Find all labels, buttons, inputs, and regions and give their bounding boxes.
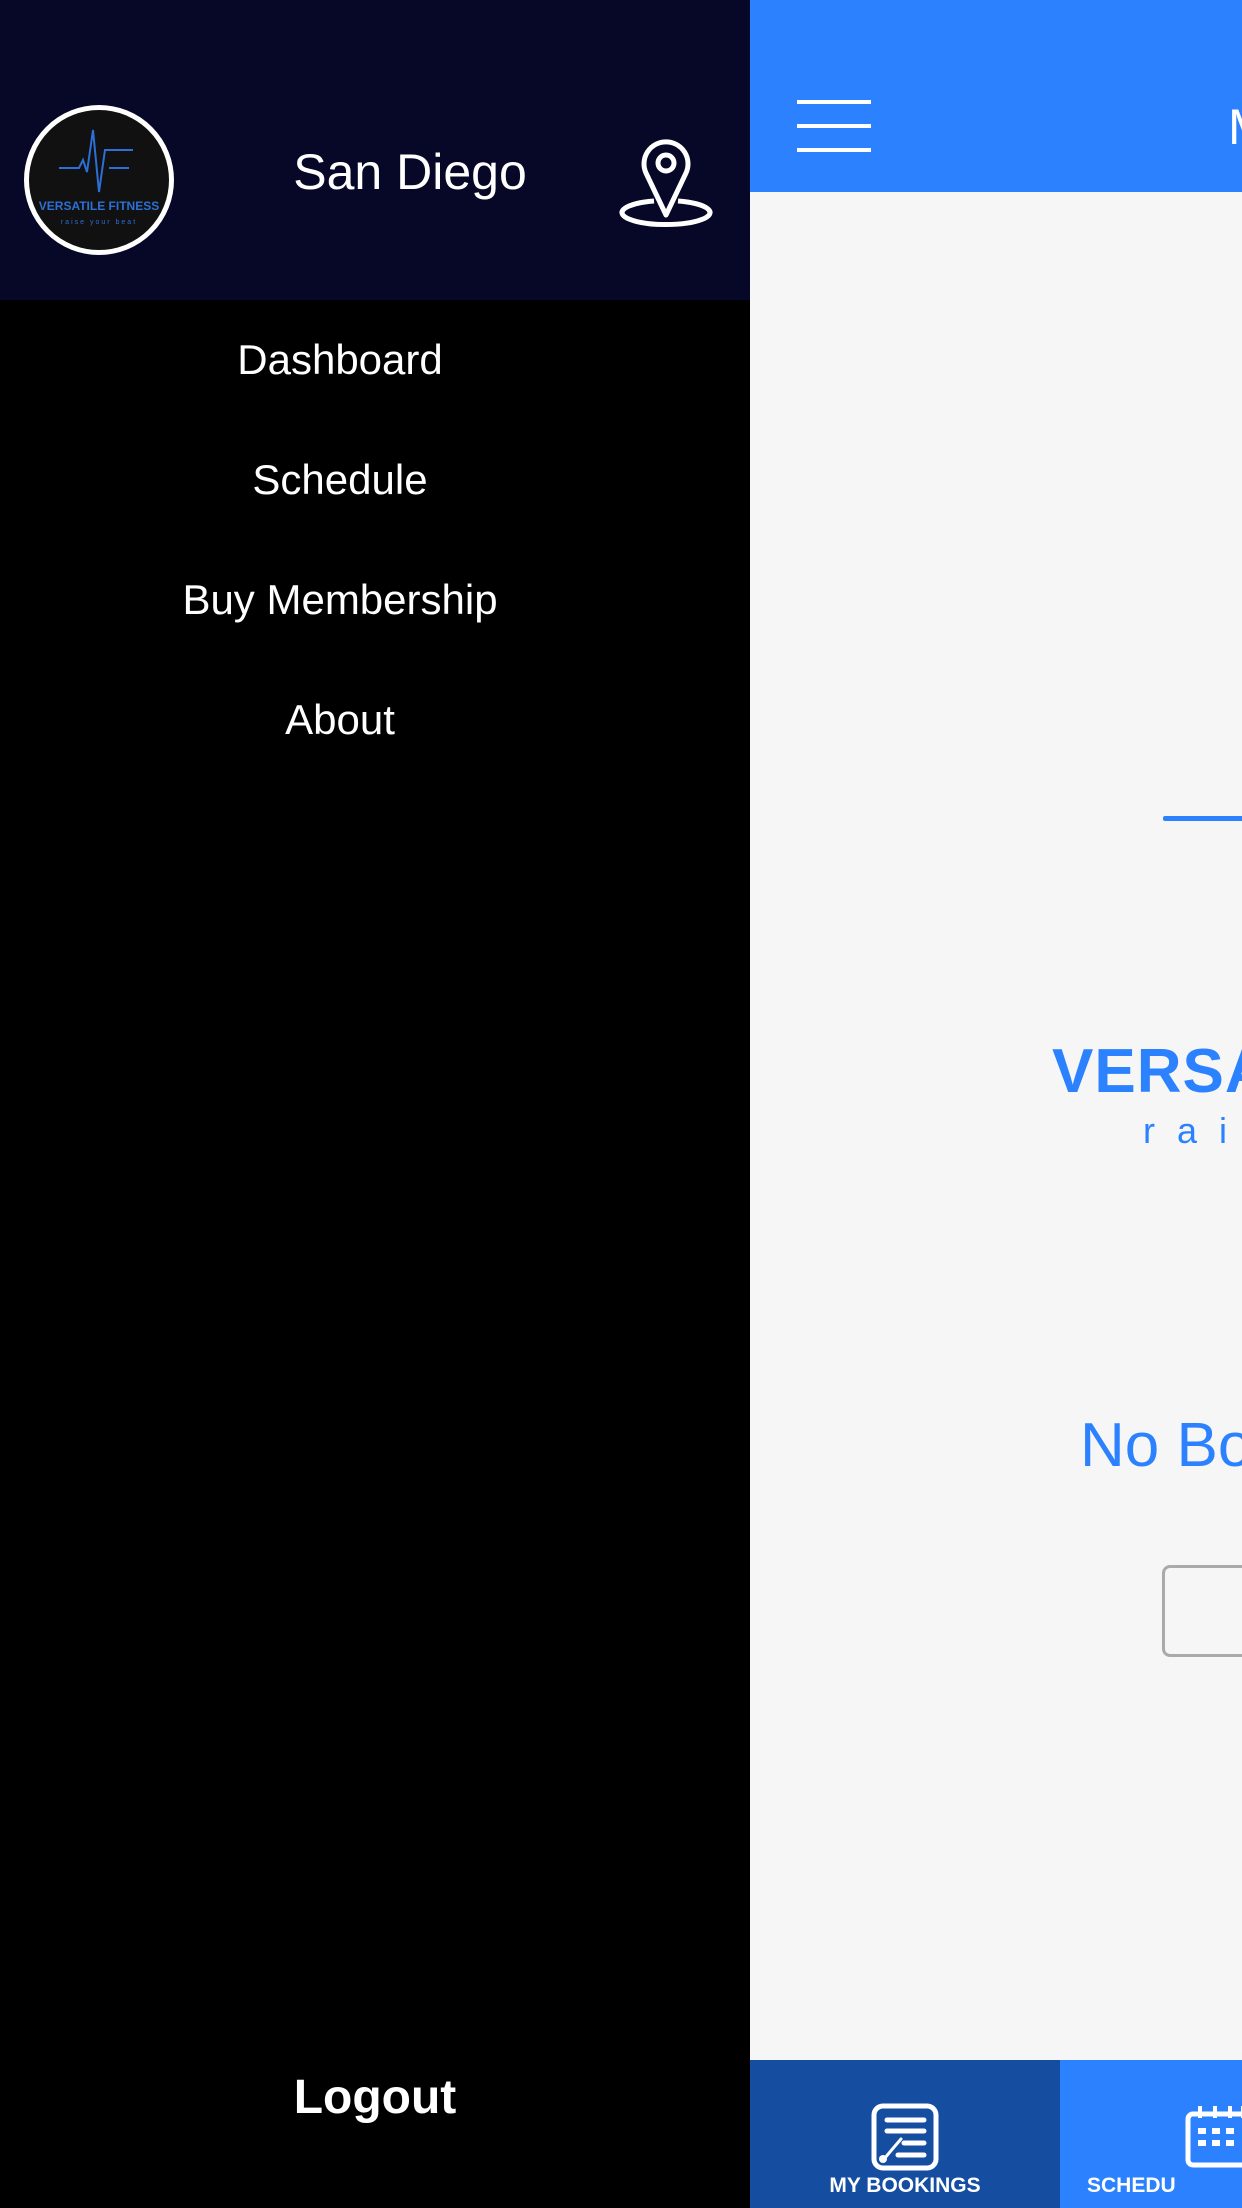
gym-logo: VERSATILE FITNESS raise your beat: [39, 129, 159, 226]
avatar: VERSATILE FITNESS raise your beat: [24, 105, 174, 255]
svg-text:VERSATILE FITNESS: VERSATILE FITNESS: [39, 199, 159, 213]
menu-item-buy-membership[interactable]: Buy Membership: [0, 540, 680, 660]
brand-tagline: rais: [1143, 1110, 1242, 1151]
logo-line: [1163, 816, 1242, 821]
bottom-tab-bar: MY BOOKINGS SCHEDU: [750, 2060, 1242, 2208]
tab-my-bookings[interactable]: MY BOOKINGS: [750, 2060, 1060, 2208]
menu-item-schedule[interactable]: Schedule: [0, 420, 680, 540]
brand-logo-text: VERSA: [1052, 1037, 1242, 1106]
bookings-list-icon: [871, 2103, 939, 2171]
action-button[interactable]: [1162, 1565, 1242, 1657]
menu-item-about[interactable]: About: [0, 660, 680, 780]
tab-label: SCHEDU: [1087, 2174, 1176, 2197]
hamburger-menu-icon[interactable]: [797, 100, 871, 152]
logout-button[interactable]: Logout: [0, 2070, 750, 2125]
main-content: M VERSA rais No Bo MY BOOKINGS SCHEDU: [750, 0, 1242, 2208]
empty-message: No Bo: [1080, 1411, 1242, 1480]
tab-schedule[interactable]: SCHEDU: [1060, 2060, 1242, 2208]
tab-label: MY BOOKINGS: [829, 2174, 981, 2197]
location-name[interactable]: San Diego: [200, 143, 620, 201]
top-bar: M: [750, 0, 1242, 192]
calendar-icon: [1185, 2106, 1242, 2168]
svg-text:raise your beat: raise your beat: [61, 219, 137, 226]
drawer-header: VERSATILE FITNESS raise your beat San Di…: [0, 0, 750, 300]
menu-item-dashboard[interactable]: Dashboard: [0, 300, 680, 420]
side-drawer: VERSATILE FITNESS raise your beat San Di…: [0, 0, 750, 2208]
location-pin-icon[interactable]: [618, 133, 714, 229]
page-title: M: [1228, 98, 1242, 156]
drawer-menu: Dashboard Schedule Buy Membership About: [0, 300, 680, 780]
